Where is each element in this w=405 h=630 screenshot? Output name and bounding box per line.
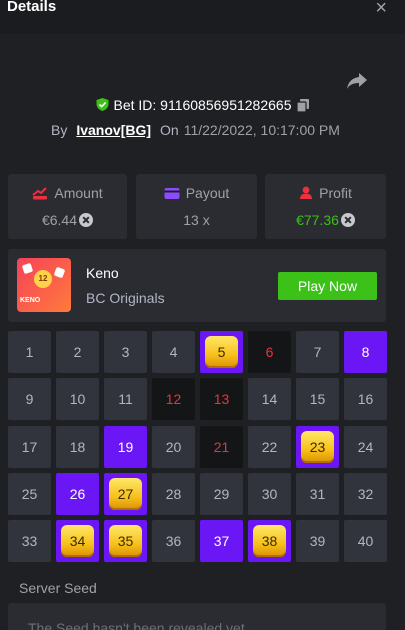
bet-datetime: 11/22/2022, 10:17:00 PM [183,122,340,138]
server-seed-box: The Seed hasn't been revealed yet [8,603,386,630]
payout-icon [164,188,180,199]
close-icon[interactable]: × [375,0,387,20]
amount-stat: Amount €6.44 [8,174,127,239]
payout-stat: Payout 13 x [136,174,257,239]
keno-cell[interactable]: 31 [296,473,339,515]
keno-cell[interactable]: 34 [56,520,99,562]
keno-label: KENO [20,297,41,304]
share-icon[interactable] [346,72,368,90]
server-seed-text: The Seed hasn't been revealed yet [28,620,245,630]
keno-cell[interactable]: 13 [200,378,243,420]
page-title: Details [7,0,57,15]
keno-cell[interactable]: 4 [152,331,195,373]
on-label: On [160,122,179,138]
keno-cell[interactable]: 9 [8,378,51,420]
keno-thumbnail[interactable]: 12 KENO [17,258,71,312]
keno-cell[interactable]: 37 [200,520,243,562]
shield-check-icon [96,98,109,111]
keno-cell[interactable]: 17 [8,426,51,468]
keno-cell[interactable]: 11 [104,378,147,420]
keno-cell[interactable]: 15 [296,378,339,420]
gem-icon: 27 [109,478,142,510]
keno-cell[interactable]: 6 [248,331,291,373]
keno-cell[interactable]: 8 [344,331,387,373]
play-now-button[interactable]: Play Now [278,272,377,300]
keno-cell[interactable]: 29 [200,473,243,515]
gem-icon: 5 [205,336,238,368]
keno-cell[interactable]: 35 [104,520,147,562]
keno-cell[interactable]: 36 [152,520,195,562]
coin-icon [79,213,94,227]
keno-cell[interactable]: 2 [56,331,99,373]
keno-cell[interactable]: 24 [344,426,387,468]
copy-icon[interactable] [296,99,309,112]
payout-label: Payout [136,185,257,201]
keno-cell[interactable]: 20 [152,426,195,468]
keno-ball: 12 [34,270,52,288]
amount-label: Amount [8,185,127,201]
keno-cell[interactable]: 22 [248,426,291,468]
header: Details × [0,0,405,34]
keno-cell[interactable]: 27 [104,473,147,515]
game-card: 12 KENO Keno BC Originals Play Now [8,249,386,322]
amount-value: €6.44 [8,212,127,228]
keno-cell[interactable]: 40 [344,520,387,562]
keno-cell[interactable]: 19 [104,426,147,468]
gem-icon: 35 [109,525,142,557]
gem-icon: 38 [253,525,286,557]
coin-icon [340,213,355,227]
profit-icon [300,186,313,199]
bet-id: Bet ID: 91160856951282665 [113,97,292,113]
keno-cell[interactable]: 33 [8,520,51,562]
user-link[interactable]: Ivanov[BG] [76,122,151,138]
dice-icon [53,266,66,279]
gem-icon: 23 [301,431,334,463]
keno-cell[interactable]: 5 [200,331,243,373]
server-seed-label: Server Seed [19,580,97,596]
profit-label: Profit [265,185,386,201]
keno-cell[interactable]: 14 [248,378,291,420]
keno-cell[interactable]: 18 [56,426,99,468]
keno-cell[interactable]: 30 [248,473,291,515]
keno-cell[interactable]: 21 [200,426,243,468]
keno-cell[interactable]: 38 [248,520,291,562]
keno-cell[interactable]: 26 [56,473,99,515]
keno-cell[interactable]: 12 [152,378,195,420]
keno-cell[interactable]: 10 [56,378,99,420]
payout-value: 13 x [183,212,210,228]
keno-cell[interactable]: 1 [8,331,51,373]
keno-cell[interactable]: 25 [8,473,51,515]
amount-icon [32,187,48,200]
gem-icon: 34 [61,525,94,557]
game-name: Keno [86,265,119,281]
by-label: By [51,122,68,138]
bet-byline: By Ivanov[BG] On 11/22/2022, 10:17:00 PM [51,122,340,138]
keno-cell[interactable]: 23 [296,426,339,468]
keno-cell[interactable]: 28 [152,473,195,515]
game-provider: BC Originals [86,290,165,306]
bet-id-row: Bet ID: 91160856951282665 [0,97,405,113]
keno-cell[interactable]: 16 [344,378,387,420]
dice-icon [21,262,34,275]
keno-cell[interactable]: 7 [296,331,339,373]
keno-cell[interactable]: 32 [344,473,387,515]
keno-cell[interactable]: 39 [296,520,339,562]
keno-cell[interactable]: 3 [104,331,147,373]
profit-stat: Profit €77.36 [265,174,386,239]
profit-value: €77.36 [265,212,386,228]
